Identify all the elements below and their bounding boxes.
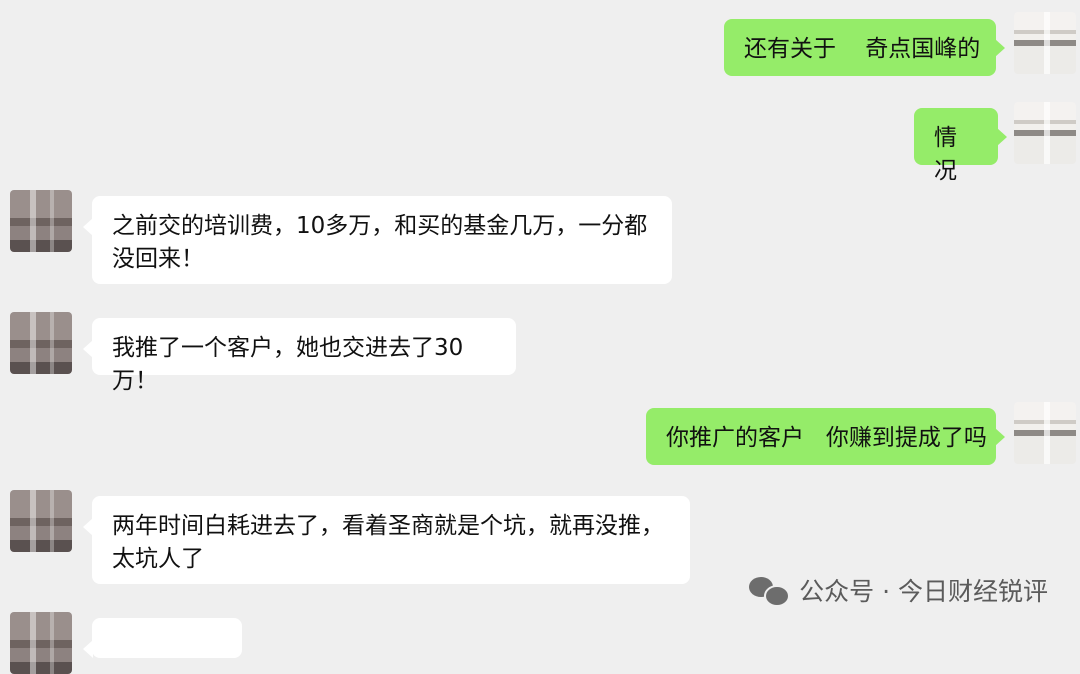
avatar[interactable] bbox=[10, 612, 72, 674]
message-bubble[interactable]: 还有关于 奇点国峰的 bbox=[724, 19, 1005, 76]
message-bubble[interactable]: 两年时间白耗进去了，看着圣商就是个坑，就再没推，太坑人了 bbox=[83, 496, 690, 584]
watermark: 公众号 · 今日财经锐评 bbox=[749, 572, 1048, 608]
watermark-text: 公众号 · 今日财经锐评 bbox=[799, 577, 1048, 606]
avatar[interactable] bbox=[10, 490, 72, 552]
message-bubble[interactable] bbox=[83, 618, 242, 658]
avatar[interactable] bbox=[1014, 402, 1076, 464]
message-bubble[interactable]: 你推广的客户 你赚到提成了吗 bbox=[646, 408, 1005, 465]
avatar[interactable] bbox=[10, 190, 72, 252]
avatar[interactable] bbox=[1014, 102, 1076, 164]
message-bubble[interactable]: 之前交的培训费，10多万，和买的基金几万，一分都没回来！ bbox=[83, 196, 672, 284]
message-bubble[interactable]: 我推了一个客户，她也交进去了30万！ bbox=[83, 318, 516, 394]
message-bubble[interactable]: 情况 bbox=[914, 108, 1007, 184]
avatar[interactable] bbox=[10, 312, 72, 374]
wechat-icon bbox=[749, 575, 791, 607]
avatar[interactable] bbox=[1014, 12, 1076, 74]
